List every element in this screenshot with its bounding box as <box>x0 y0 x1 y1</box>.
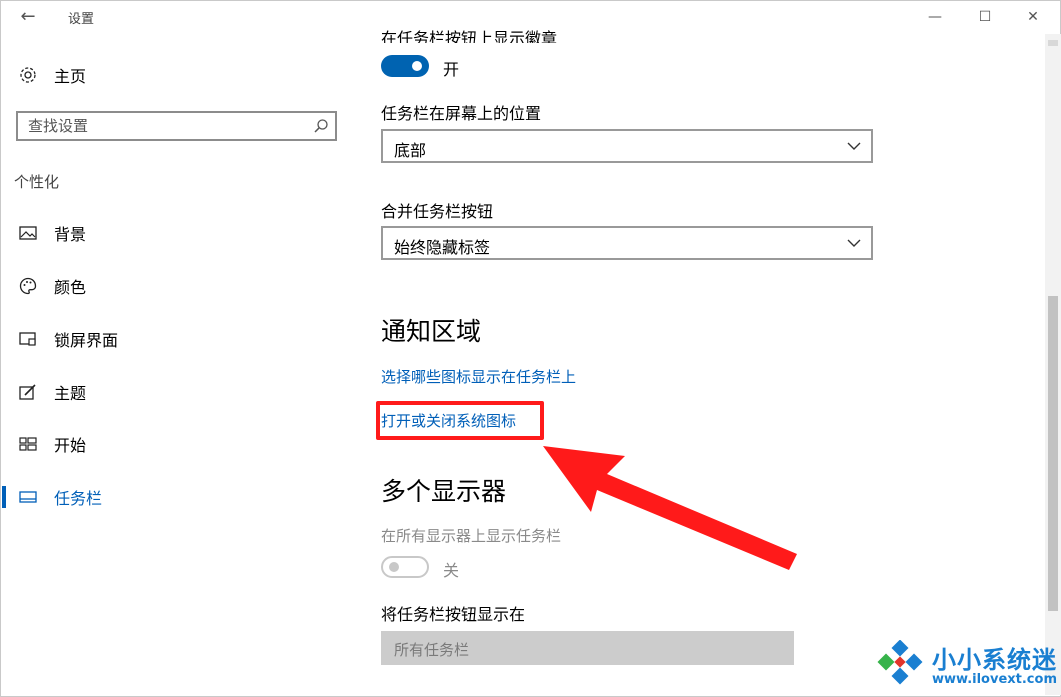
search-box[interactable] <box>16 111 337 141</box>
all-displays-toggle[interactable] <box>381 556 429 578</box>
sidebar-item-colors[interactable]: 颜色 <box>0 266 345 306</box>
select-icons-link[interactable]: 选择哪些图标显示在任务栏上 <box>381 366 576 387</box>
scroll-up-indicator[interactable] <box>1048 40 1058 46</box>
badge-setting-label: 在任务栏按钮上显示徽章 <box>381 29 558 43</box>
sidebar-item-label: 背景 <box>54 225 87 244</box>
combine-value: 始终隐藏标签 <box>394 238 491 257</box>
picture-icon <box>18 223 38 243</box>
show-buttons-on-label: 将任务栏按钮显示在 <box>381 605 526 624</box>
sidebar-item-home[interactable]: 主页 <box>0 55 345 95</box>
position-select[interactable]: 底部 <box>381 129 873 163</box>
theme-brush-icon <box>18 382 38 402</box>
all-displays-toggle-state: 关 <box>443 561 460 580</box>
badge-toggle-state: 开 <box>443 60 460 79</box>
chevron-down-icon <box>847 142 861 150</box>
search-icon[interactable] <box>313 118 329 134</box>
close-button[interactable]: ✕ <box>1010 4 1056 30</box>
lockscreen-icon <box>18 329 38 349</box>
show-buttons-on-select[interactable]: 所有任务栏 <box>381 631 794 665</box>
sidebar-item-taskbar[interactable]: 任务栏 <box>0 477 345 517</box>
position-label: 任务栏在屏幕上的位置 <box>381 104 542 123</box>
watermark-text: 小小系统迷 <box>932 646 1057 674</box>
sidebar-item-label: 主页 <box>54 67 87 86</box>
palette-icon <box>18 276 38 296</box>
toggle-knob <box>412 61 422 71</box>
sidebar-item-label: 主题 <box>54 384 87 403</box>
multiple-displays-heading: 多个显示器 <box>381 477 507 506</box>
scroll-thumb[interactable] <box>1048 296 1058 611</box>
back-button[interactable]: ← <box>14 6 42 28</box>
maximize-button[interactable]: ☐ <box>962 4 1008 30</box>
sidebar-item-label: 任务栏 <box>54 489 103 508</box>
taskbar-icon <box>18 487 38 507</box>
section-heading: 个性化 <box>14 173 60 191</box>
sidebar-item-label: 颜色 <box>54 278 87 297</box>
chevron-down-icon <box>847 239 861 247</box>
sidebar-item-themes[interactable]: 主题 <box>0 372 345 412</box>
gear-icon <box>18 65 38 85</box>
annotation-highlight-box <box>376 401 544 440</box>
toggle-knob <box>389 562 399 572</box>
scrollbar[interactable] <box>1045 34 1061 695</box>
window-title: 设置 <box>68 12 95 27</box>
sidebar-item-lockscreen[interactable]: 锁屏界面 <box>0 319 345 359</box>
notification-area-heading: 通知区域 <box>381 317 482 346</box>
minimize-button[interactable]: — <box>912 4 958 30</box>
sidebar-item-start[interactable]: 开始 <box>0 424 345 464</box>
watermark-url: www.ilovext.com <box>932 672 1057 687</box>
sidebar-item-label: 开始 <box>54 436 87 455</box>
position-value: 底部 <box>394 141 427 160</box>
combine-label: 合并任务栏按钮 <box>381 202 494 221</box>
watermark: 小小系统迷 www.ilovext.com <box>870 636 1060 696</box>
search-input[interactable] <box>18 113 328 139</box>
show-all-displays-label: 在所有显示器上显示任务栏 <box>381 527 562 545</box>
sidebar-item-background[interactable]: 背景 <box>0 213 345 253</box>
show-buttons-on-value: 所有任务栏 <box>394 641 470 659</box>
watermark-logo-icon <box>877 640 923 685</box>
sidebar-item-label: 锁屏界面 <box>54 331 119 350</box>
combine-select[interactable]: 始终隐藏标签 <box>381 226 873 260</box>
start-tiles-icon <box>18 434 38 454</box>
badge-toggle[interactable] <box>381 55 429 77</box>
annotation-arrow <box>543 446 797 570</box>
